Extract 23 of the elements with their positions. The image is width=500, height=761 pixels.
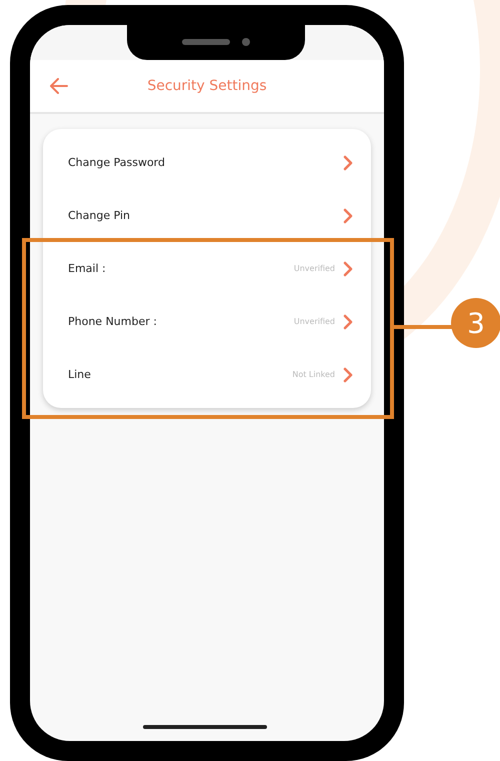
settings-row[interactable]: Change Password bbox=[43, 136, 371, 189]
row-label: Change Pin bbox=[68, 209, 132, 222]
chevron-icon bbox=[343, 208, 353, 224]
chevron-icon bbox=[343, 314, 353, 330]
chevron-icon bbox=[343, 154, 353, 170]
status-text: Not Linked bbox=[292, 370, 335, 379]
settings-row[interactable]: Phone Number : Unverified bbox=[43, 295, 371, 348]
screen-title: Security Settings bbox=[146, 78, 268, 94]
back-arrow-icon[interactable] bbox=[50, 78, 68, 94]
status-text: Unverified bbox=[294, 317, 335, 326]
chevron-icon bbox=[343, 366, 353, 382]
row-label: Email : bbox=[68, 262, 107, 275]
row-label: Change Password bbox=[68, 156, 166, 169]
speaker-icon bbox=[182, 38, 230, 44]
callout-badge: 3 bbox=[451, 298, 500, 348]
chevron-icon bbox=[343, 260, 353, 276]
camera-icon bbox=[242, 38, 250, 46]
settings-row[interactable]: Change Pin bbox=[43, 189, 371, 242]
settings-row[interactable]: Email : Unverified bbox=[43, 242, 371, 295]
status-text: Unverified bbox=[294, 264, 335, 273]
row-label: Phone Number : bbox=[68, 315, 158, 328]
row-label: Line bbox=[68, 368, 92, 381]
settings-row[interactable]: Line Not Linked bbox=[43, 348, 371, 401]
